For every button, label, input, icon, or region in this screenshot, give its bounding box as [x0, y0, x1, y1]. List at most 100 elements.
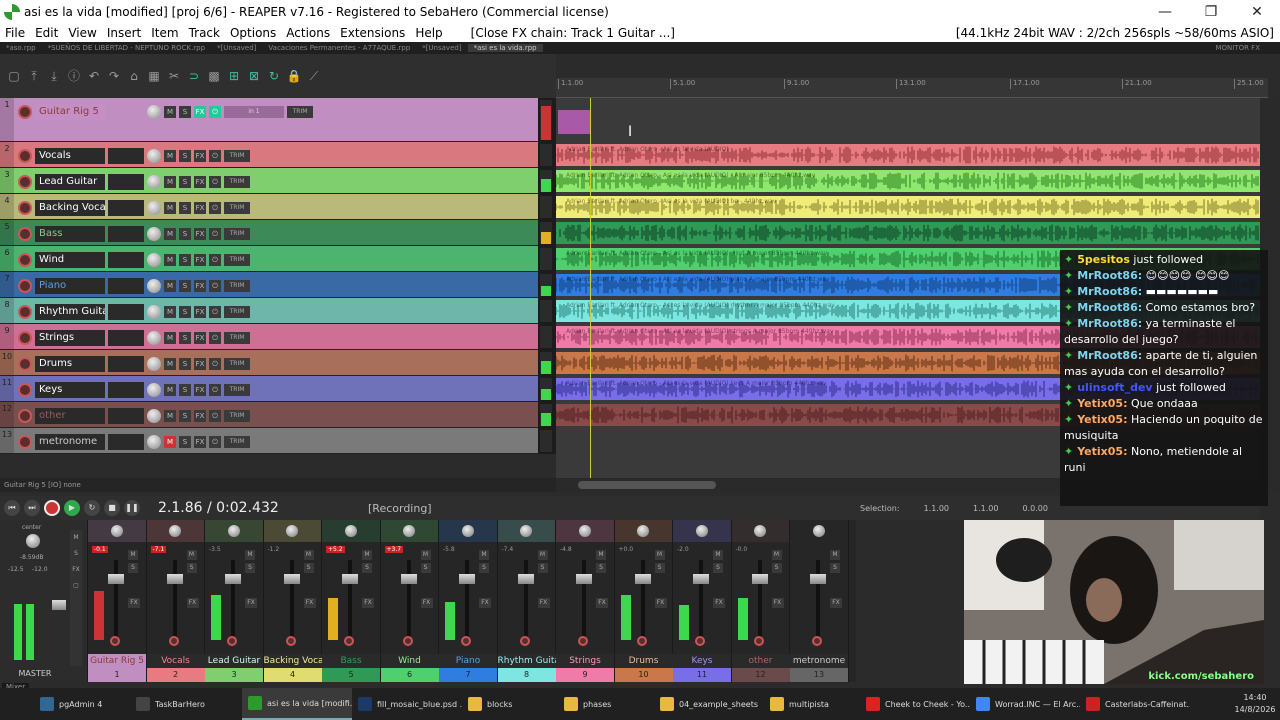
- strip-record-arm[interactable]: [402, 636, 413, 646]
- strip-record-arm[interactable]: [695, 636, 705, 646]
- strip-fx-button[interactable]: FX: [128, 598, 140, 608]
- strip-name[interactable]: other: [731, 654, 790, 668]
- taskbar-app[interactable]: blocks: [462, 688, 558, 720]
- strip-name[interactable]: Strings: [556, 654, 614, 668]
- strip-mute-button[interactable]: M: [245, 550, 255, 560]
- fx-bypass-button[interactable]: ⏻: [209, 150, 221, 162]
- project-tab[interactable]: *[Unsaved]: [416, 44, 467, 52]
- strip-fx-button[interactable]: FX: [713, 598, 725, 608]
- project-tab[interactable]: *[Unsaved]: [211, 44, 262, 52]
- track-name-field[interactable]: [108, 200, 144, 216]
- mute-button[interactable]: M: [164, 106, 176, 118]
- strip-mute-button[interactable]: M: [771, 550, 782, 560]
- record-arm-button[interactable]: [18, 201, 32, 215]
- fader-cap[interactable]: [342, 574, 358, 584]
- strip-record-arm[interactable]: [227, 636, 237, 646]
- undo-icon[interactable]: ↶: [86, 68, 102, 84]
- volume-knob[interactable]: [147, 227, 161, 241]
- track-name[interactable]: Vocals: [35, 148, 105, 164]
- volume-knob[interactable]: [147, 357, 161, 371]
- selection-end[interactable]: 1.1.00: [973, 504, 998, 513]
- fx-bypass-button[interactable]: ⏻: [209, 280, 221, 292]
- strip-solo-button[interactable]: S: [830, 563, 840, 573]
- taskbar-app[interactable]: phases: [558, 688, 654, 720]
- mute-button[interactable]: M: [164, 410, 176, 422]
- track-name-field[interactable]: [108, 382, 144, 398]
- fx-button[interactable]: FX: [194, 410, 206, 422]
- system-clock[interactable]: 14:40 14/8/2026: [1230, 692, 1280, 716]
- play-button[interactable]: ▶: [64, 500, 80, 516]
- track-name[interactable]: metronome: [35, 434, 105, 450]
- monitor-fx-button[interactable]: MONITOR FX: [1215, 44, 1280, 52]
- strip-solo-button[interactable]: S: [596, 563, 606, 573]
- trim-button[interactable]: TRIM: [224, 410, 250, 422]
- trim-button[interactable]: TRIM: [224, 150, 250, 162]
- trim-button[interactable]: TRIM: [224, 306, 250, 318]
- fx-bypass-button[interactable]: ⏻: [209, 410, 221, 422]
- strip-solo-button[interactable]: S: [245, 563, 255, 573]
- track-row[interactable]: 11 Keys M S FX ⏻ TRIM: [0, 376, 538, 402]
- strip-name[interactable]: Rhythm Guita: [497, 654, 556, 668]
- solo-button[interactable]: S: [179, 150, 191, 162]
- track-row[interactable]: 9 Strings M S FX ⏻ TRIM: [0, 324, 538, 350]
- audio-device-info[interactable]: [44.1kHz 24bit WAV : 2/2ch 256spls ~58/6…: [956, 26, 1280, 40]
- track-row[interactable]: 6 Wind M S FX ⏻ TRIM: [0, 246, 538, 272]
- solo-button[interactable]: S: [179, 332, 191, 344]
- strip-record-arm[interactable]: [753, 636, 764, 646]
- record-arm-button[interactable]: [18, 175, 32, 189]
- record-arm-button[interactable]: [18, 383, 32, 397]
- track-row[interactable]: 7 Piano M S FX ⏻ TRIM: [0, 272, 538, 298]
- strip-record-arm[interactable]: [110, 636, 120, 646]
- mute-button[interactable]: M: [164, 202, 176, 214]
- fx-bypass-button[interactable]: ⏻: [209, 332, 221, 344]
- strip-mute-button[interactable]: M: [654, 550, 665, 560]
- strip-name[interactable]: Lead Guitar: [205, 654, 263, 668]
- fader-cap[interactable]: [108, 574, 124, 584]
- strip-mute-button[interactable]: M: [362, 550, 372, 560]
- strip-solo-button[interactable]: S: [537, 563, 548, 573]
- track-name-field[interactable]: [108, 356, 144, 372]
- track-name[interactable]: Guitar Rig 5: [35, 104, 105, 120]
- strip-fx-button[interactable]: FX: [245, 598, 257, 608]
- track-name-field[interactable]: [108, 104, 144, 120]
- solo-button[interactable]: S: [179, 280, 191, 292]
- strip-solo-button[interactable]: S: [771, 563, 782, 573]
- fx-bypass-button[interactable]: ⏻: [209, 228, 221, 240]
- master-pan-knob[interactable]: [26, 534, 40, 548]
- menu-file[interactable]: File: [0, 26, 30, 40]
- track-name[interactable]: other: [35, 408, 105, 424]
- strip-mute-button[interactable]: M: [596, 550, 606, 560]
- fader-cap[interactable]: [225, 574, 241, 584]
- track-name[interactable]: Wind: [35, 252, 105, 268]
- strip-mute-button[interactable]: M: [420, 550, 431, 560]
- save-project-icon[interactable]: ⤓: [46, 68, 62, 84]
- strip-solo-button[interactable]: S: [303, 563, 314, 573]
- strip-fx-button[interactable]: FX: [830, 598, 842, 608]
- mute-button[interactable]: M: [164, 436, 176, 448]
- menu-options[interactable]: Options: [225, 26, 281, 40]
- redo-icon[interactable]: ↷: [106, 68, 122, 84]
- snap-grid-icon[interactable]: ⊠: [246, 68, 262, 84]
- record-arm-button[interactable]: [18, 331, 32, 345]
- project-tab-active[interactable]: *asi es la vida.rpp: [467, 44, 543, 52]
- fx-bypass-button[interactable]: ⏻: [209, 384, 221, 396]
- solo-button[interactable]: S: [179, 410, 191, 422]
- taskbar-app[interactable]: Casterlabs-Caffeinat...: [1080, 688, 1190, 720]
- snap-icon[interactable]: ⊞: [226, 68, 242, 84]
- fx-button[interactable]: FX: [194, 150, 206, 162]
- strip-record-arm[interactable]: [285, 636, 296, 646]
- media-item[interactable]: [556, 222, 1260, 244]
- strip-fx-button[interactable]: FX: [420, 598, 433, 608]
- strip-record-arm[interactable]: [636, 636, 647, 646]
- close-button[interactable]: ✕: [1234, 4, 1280, 20]
- volume-knob[interactable]: [147, 305, 161, 319]
- fx-bypass-button[interactable]: ⏻: [209, 254, 221, 266]
- track-name[interactable]: Piano: [35, 278, 105, 294]
- auto-crossfade-icon[interactable]: ⊃: [186, 68, 202, 84]
- mute-button[interactable]: M: [164, 150, 176, 162]
- strip-mute-button[interactable]: M: [713, 550, 723, 560]
- fx-button[interactable]: FX: [194, 228, 206, 240]
- menu-insert[interactable]: Insert: [102, 26, 146, 40]
- strip-name[interactable]: Vocals: [146, 654, 205, 668]
- record-arm-button[interactable]: [18, 149, 32, 163]
